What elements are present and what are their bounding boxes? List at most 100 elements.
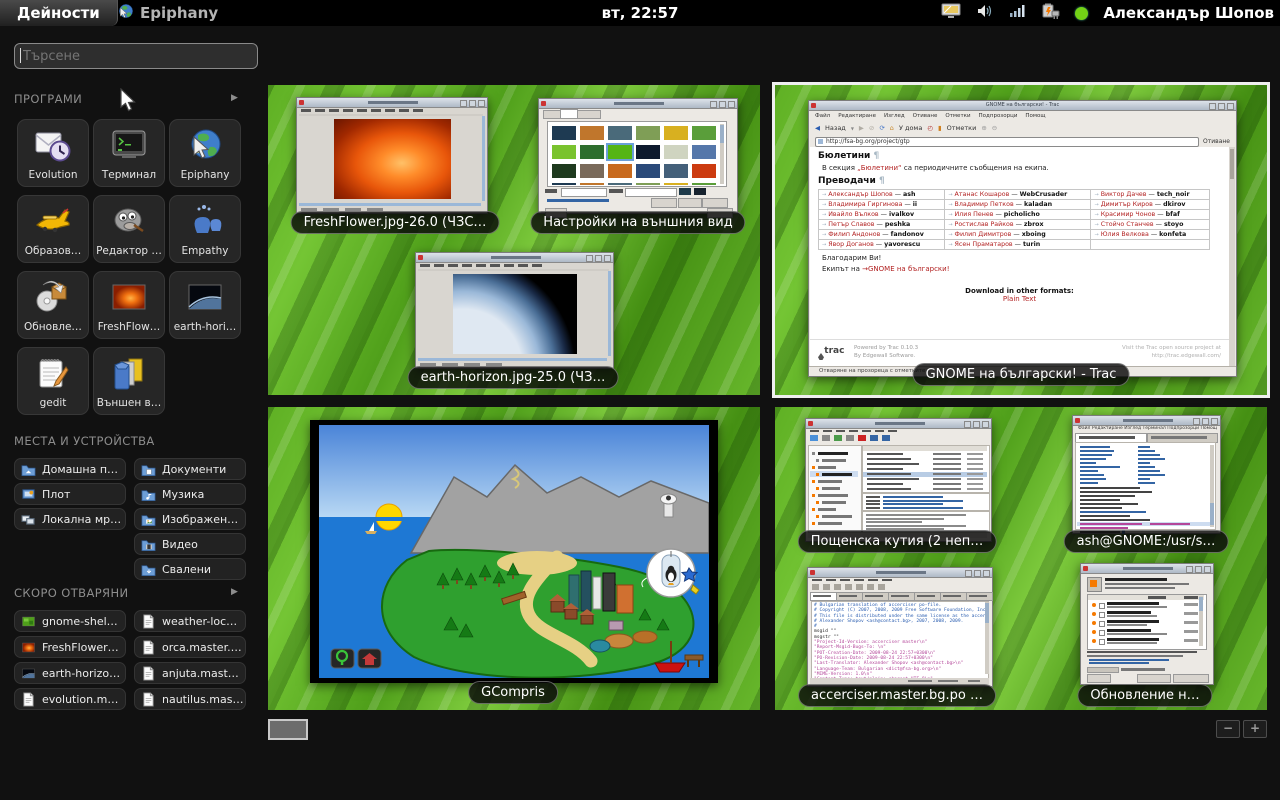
bookmarks-button[interactable]: Отметки bbox=[947, 124, 977, 132]
wallpaper-thumb[interactable] bbox=[580, 145, 604, 159]
menu-item[interactable]: Отиване bbox=[913, 113, 938, 119]
translator-cell[interactable]: → Филип Димитров — xboing bbox=[945, 230, 1091, 240]
battery-icon[interactable] bbox=[1040, 3, 1060, 24]
clock[interactable]: вт, 22:57 bbox=[602, 0, 679, 26]
wallpaper-thumb[interactable] bbox=[664, 145, 688, 159]
title-bar[interactable] bbox=[806, 419, 991, 429]
toolbar[interactable]: ◀ Назад ▼ ▶ ⊘ ⟳ ⌂ У дома ◴ ▮ Отметки ⊕ ⊖ bbox=[811, 120, 1234, 137]
window-terminal[interactable]: Файл Редактиране Изглед Терминал Подпроз… bbox=[1072, 415, 1221, 534]
team-link[interactable]: →GNOME на български! bbox=[862, 265, 949, 273]
presence-icon[interactable] bbox=[1075, 7, 1088, 20]
wallpaper-thumb[interactable] bbox=[664, 126, 688, 140]
workspace-add-button[interactable]: + bbox=[1243, 720, 1267, 738]
app-tile-външенв[interactable]: Външен в… bbox=[93, 347, 165, 415]
window-evolution[interactable] bbox=[805, 418, 992, 542]
back-icon[interactable]: ◀ bbox=[815, 124, 820, 132]
bulletins-link[interactable]: „Бюлетини“ bbox=[857, 164, 901, 172]
list-item-музика[interactable]: Музика bbox=[134, 483, 246, 505]
url-input[interactable]: http://fsa-bg.org/project/gtp bbox=[815, 137, 1199, 147]
list-item-evolutionm[interactable]: evolution.m… bbox=[14, 688, 126, 710]
workspace-remove-button[interactable]: − bbox=[1216, 720, 1240, 738]
window-gimp-freshflower[interactable] bbox=[296, 97, 488, 214]
recent-expand-icon[interactable]: ▶ bbox=[231, 587, 238, 597]
list-item-локалнамр[interactable]: Локална мр… bbox=[14, 508, 126, 530]
stop-icon[interactable]: ⊘ bbox=[869, 124, 874, 132]
menu-bar[interactable]: Файл Редактиране Изглед Терминал Подпроз… bbox=[1075, 426, 1218, 433]
wallpaper-thumb[interactable] bbox=[580, 126, 604, 140]
wallpaper-thumb[interactable] bbox=[552, 126, 576, 140]
scrollbar[interactable] bbox=[1229, 147, 1235, 366]
title-bar[interactable] bbox=[539, 99, 737, 109]
plain-text-link[interactable]: Plain Text bbox=[810, 295, 1229, 303]
list-item-видео[interactable]: Видео bbox=[134, 533, 246, 555]
wallpaper-thumb[interactable] bbox=[608, 164, 632, 178]
menu-bar[interactable]: ФайлРедактиранеИзгледОтиванеОтметкиПодпр… bbox=[811, 111, 1234, 120]
app-tile-образов[interactable]: Образов… bbox=[17, 195, 89, 263]
wallpaper-thumb[interactable] bbox=[636, 145, 660, 159]
title-bar[interactable] bbox=[1073, 416, 1220, 426]
list-item-домашнап[interactable]: Домашна п… bbox=[14, 458, 126, 480]
list-item-freshflower[interactable]: FreshFlower… bbox=[14, 636, 126, 658]
list-item-gnomeshel[interactable]: gnome-shel… bbox=[14, 610, 126, 632]
list-item-earthhorizo[interactable]: earth-horizo… bbox=[14, 662, 126, 684]
app-tile-empathy[interactable]: Empathy bbox=[169, 195, 241, 263]
translator-cell[interactable]: → Ростислав Райков — zbrox bbox=[945, 220, 1091, 230]
wallpaper-thumb[interactable] bbox=[692, 164, 716, 178]
search-input[interactable] bbox=[14, 43, 258, 69]
title-bar[interactable] bbox=[1081, 564, 1213, 574]
translator-cell[interactable]: → Стойчо Станчев — stoyo bbox=[1091, 220, 1210, 230]
title-bar[interactable]: GNOME на български! - Trac bbox=[809, 101, 1236, 111]
translator-cell[interactable]: → Ясен Праматаров — turin bbox=[945, 240, 1091, 250]
translator-cell[interactable]: → Владимира Гиргинова — ii bbox=[819, 200, 945, 210]
programs-expand-icon[interactable]: ▶ bbox=[231, 93, 238, 103]
list-item-weatherloc[interactable]: weather-loc… bbox=[134, 610, 246, 632]
app-tile-редактор[interactable]: Редактор … bbox=[93, 195, 165, 263]
go-button[interactable]: Отиване bbox=[1203, 138, 1230, 145]
menu-item[interactable]: Отметки bbox=[945, 113, 970, 119]
list-item-orcamaster[interactable]: orca.master.… bbox=[134, 636, 246, 658]
activities-button[interactable]: Дейности bbox=[0, 0, 118, 26]
network-signal-icon[interactable] bbox=[1009, 3, 1025, 23]
forward-icon[interactable]: ▶ bbox=[859, 124, 864, 132]
home-icon[interactable]: ⌂ bbox=[890, 124, 894, 132]
back-button[interactable]: Назад bbox=[825, 124, 846, 132]
window-epiphany-trac[interactable]: GNOME на български! - Trac ФайлРедактира… bbox=[808, 100, 1237, 377]
window-gimp-earth[interactable] bbox=[415, 252, 614, 369]
translator-cell[interactable]: → Красимир Чонов — bfaf bbox=[1091, 210, 1210, 220]
list-item-изображен[interactable]: Изображен… bbox=[134, 508, 246, 530]
wallpaper-thumb[interactable] bbox=[552, 164, 576, 178]
list-item-плот[interactable]: Плот bbox=[14, 483, 126, 505]
wallpaper-thumb[interactable] bbox=[636, 164, 660, 178]
bookmark-icon[interactable]: ▮ bbox=[938, 124, 942, 132]
wallpaper-thumb[interactable] bbox=[608, 126, 632, 140]
wallpaper-thumb[interactable] bbox=[580, 164, 604, 178]
dropdown-icon[interactable]: ▼ bbox=[851, 126, 854, 131]
wallpaper-thumb[interactable] bbox=[552, 145, 576, 159]
zoom-out-icon[interactable]: ⊖ bbox=[992, 124, 997, 132]
translator-cell[interactable]: → Юлия Велкова — konfeta bbox=[1091, 230, 1210, 240]
translator-cell[interactable]: → Владимир Петков — kaladan bbox=[945, 200, 1091, 210]
list-item-свалени[interactable]: Свалени bbox=[134, 558, 246, 580]
translator-cell[interactable]: → Илия Пенев — picholicho bbox=[945, 210, 1091, 220]
window-update-manager[interactable] bbox=[1080, 563, 1214, 685]
translator-cell[interactable]: → Ивайло Вълков — ivalkov bbox=[819, 210, 945, 220]
volume-icon[interactable] bbox=[976, 3, 994, 23]
title-bar[interactable] bbox=[808, 568, 992, 578]
translator-cell[interactable]: → Филип Андонов — fandonov bbox=[819, 230, 945, 240]
wallpaper-thumb[interactable] bbox=[636, 126, 660, 140]
list-item-документи[interactable]: Документи bbox=[134, 458, 246, 480]
user-menu[interactable]: Александър Шопов bbox=[1103, 4, 1274, 22]
wallpaper-thumb[interactable] bbox=[664, 164, 688, 178]
translator-cell[interactable]: → Атанас Кошаров — WebCrusader bbox=[945, 190, 1091, 200]
app-tile-evolution[interactable]: Evolution bbox=[17, 119, 89, 187]
workspace-indicator[interactable] bbox=[268, 719, 308, 740]
menu-item[interactable]: Помощ bbox=[1025, 113, 1045, 119]
title-bar[interactable] bbox=[297, 98, 487, 108]
window-gcompris[interactable] bbox=[310, 420, 718, 683]
list-item-anjutamast[interactable]: anjuta.mast… bbox=[134, 662, 246, 684]
translator-cell[interactable]: → Димитър Киров — dkirov bbox=[1091, 200, 1210, 210]
app-tile-терминал[interactable]: Терминал bbox=[93, 119, 165, 187]
wallpaper-thumb[interactable] bbox=[608, 145, 632, 159]
display-icon[interactable] bbox=[941, 3, 961, 23]
home-button[interactable]: У дома bbox=[899, 124, 922, 132]
